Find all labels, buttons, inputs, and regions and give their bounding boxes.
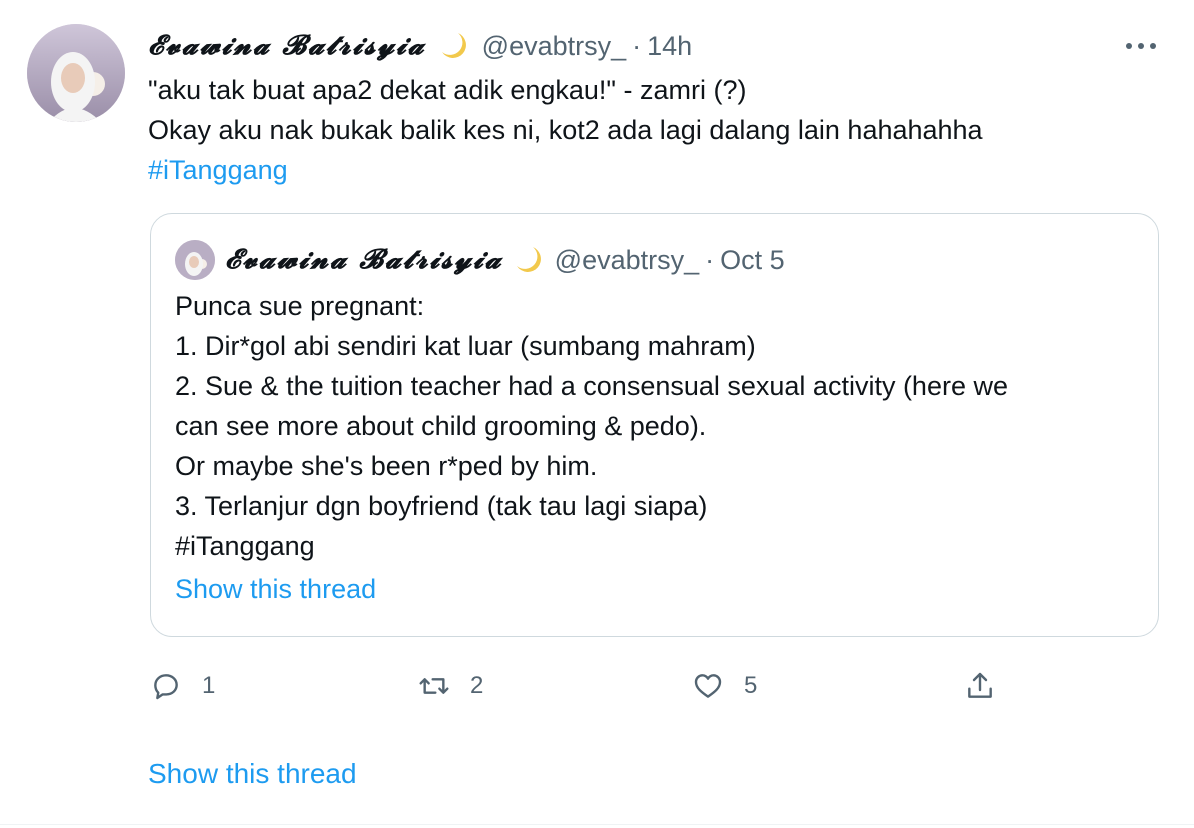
like-count: 5 <box>744 672 758 699</box>
quote-date: Oct 5 <box>720 244 785 275</box>
divider <box>0 824 1194 825</box>
quote-line: #iTanggang <box>175 531 315 561</box>
hashtag-link[interactable]: #iTanggang <box>148 150 983 190</box>
reply-count: 1 <box>202 672 216 699</box>
quote-display-name: 𝓔𝓿𝓪𝔀𝓲𝓷𝓪 𝓑𝓪𝓽𝓻𝓲𝓼𝔂𝓲𝓪 <box>225 244 503 275</box>
heart-icon <box>694 674 722 698</box>
quote-text: Punca sue pregnant: 1. Dir*gol abi sendi… <box>175 286 1135 566</box>
quote-header: 𝓔𝓿𝓪𝔀𝓲𝓷𝓪 𝓑𝓪𝓽𝓻𝓲𝓼𝔂𝓲𝓪 @evabtrsy_ · Oct 5 <box>225 238 785 282</box>
tweet-actions: 1 2 5 <box>150 666 1010 706</box>
quote-line: 2. Sue & the tuition teacher had a conse… <box>175 371 1008 401</box>
tweet-line: "aku tak buat apa2 dekat adik engkau!" -… <box>148 75 747 105</box>
share-icon <box>968 672 992 698</box>
retweet-icon <box>419 678 449 694</box>
reply-icon <box>154 674 178 700</box>
quote-line: 3. Terlanjur dgn boyfriend (tak tau lagi… <box>175 491 708 521</box>
reply-button[interactable]: 1 <box>150 666 215 706</box>
quote-line: Or maybe she's been r*ped by him. <box>175 451 598 481</box>
retweet-button[interactable]: 2 <box>418 666 483 706</box>
quote-line: Punca sue pregnant: <box>175 291 425 321</box>
like-button[interactable]: 5 <box>692 666 757 706</box>
avatar[interactable] <box>27 24 125 122</box>
separator-dot: · <box>632 30 642 61</box>
quote-line: 1. Dir*gol abi sendiri kat luar (sumbang… <box>175 331 756 361</box>
quote-avatar <box>175 240 215 280</box>
handle[interactable]: @evabtrsy_ <box>482 31 626 62</box>
tweet-line: Okay aku nak bukak balik kes ni, kot2 ad… <box>148 115 983 145</box>
display-name[interactable]: 𝓔𝓿𝓪𝔀𝓲𝓷𝓪 𝓑𝓪𝓽𝓻𝓲𝓼𝔂𝓲𝓪 <box>148 30 426 62</box>
tweet-header: 𝓔𝓿𝓪𝔀𝓲𝓷𝓪 𝓑𝓪𝓽𝓻𝓲𝓼𝔂𝓲𝓪 @evabtrsy_ · 14h <box>148 24 692 68</box>
quote-show-thread-link[interactable]: Show this thread <box>175 574 376 605</box>
more-icon[interactable] <box>1126 38 1166 54</box>
retweet-count: 2 <box>470 672 484 699</box>
tweet-text: "aku tak buat apa2 dekat adik engkau!" -… <box>148 70 983 190</box>
timestamp[interactable]: 14h <box>647 31 692 62</box>
quote-line: can see more about child grooming & pedo… <box>175 411 707 441</box>
show-thread-link[interactable]: Show this thread <box>148 758 357 790</box>
separator-dot: · <box>705 244 715 275</box>
crescent-moon-icon <box>438 30 470 62</box>
crescent-moon-icon <box>513 244 545 276</box>
quoted-tweet[interactable]: 𝓔𝓿𝓪𝔀𝓲𝓷𝓪 𝓑𝓪𝓽𝓻𝓲𝓼𝔂𝓲𝓪 @evabtrsy_ · Oct 5 Pun… <box>150 213 1159 637</box>
quote-handle: @evabtrsy_ <box>554 244 700 275</box>
share-button[interactable] <box>964 666 996 706</box>
avatar-image <box>27 24 125 122</box>
